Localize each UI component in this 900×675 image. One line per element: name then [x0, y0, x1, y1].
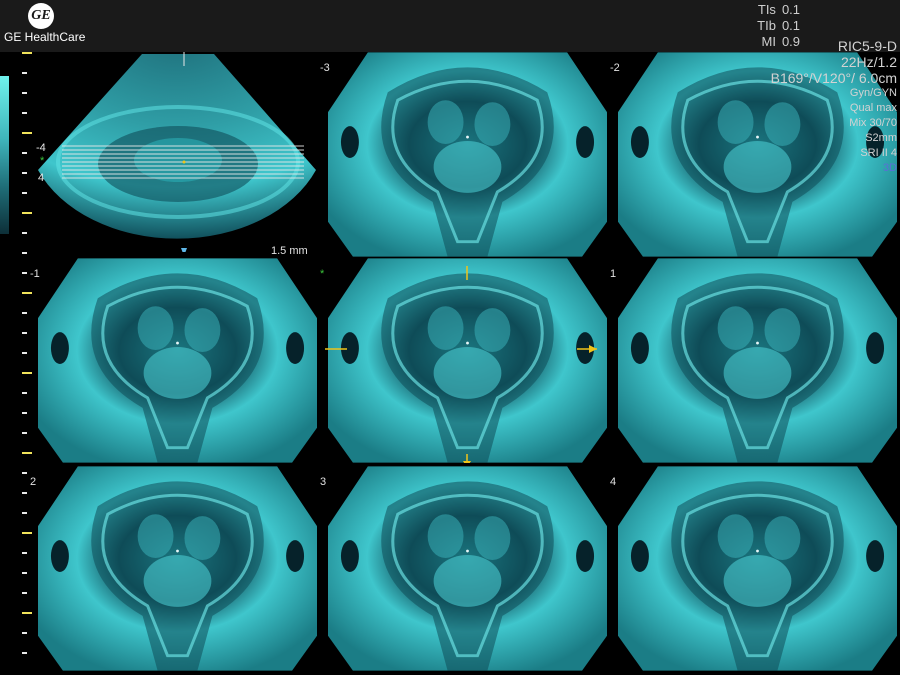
ref-center-asterisk-icon: * [40, 155, 45, 167]
ref-label-bottom: 4 [38, 172, 45, 184]
sri-level: SRI II 4 [860, 147, 897, 159]
slice-label: -2 [610, 62, 620, 74]
ruler-tick [22, 312, 27, 314]
frame-rate: 22Hz/1.2 [840, 54, 897, 70]
ruler-tick [22, 632, 27, 634]
ruler-tick [22, 412, 27, 414]
ruler-tick [22, 252, 27, 254]
top-bar: GE GE HealthCare TIs 0.1 TIb 0.1 MI 0.9 [0, 0, 900, 52]
ruler-tick [22, 352, 27, 354]
greyscale-bar [0, 76, 9, 234]
slice-label: 2 [30, 476, 37, 488]
ruler-tick [22, 152, 27, 154]
quality: Qual max [849, 102, 897, 114]
ruler-tick [22, 472, 27, 474]
acquisition-params: RIC5-9-D 22Hz/1.2 B169°/V120°/ 6.0cm Gyn… [771, 38, 897, 176]
ruler-tick [22, 392, 27, 394]
slice-label: 4 [610, 476, 617, 488]
tis-value: 0.1 [781, 2, 801, 17]
mix-ratio: Mix 30/70 [849, 117, 897, 129]
crosshair-arrow-marker-icon [325, 266, 597, 463]
ge-logo-icon: GE [28, 3, 54, 29]
center-slice-asterisk-icon: * [320, 268, 325, 280]
tis-label: TIs [757, 2, 776, 17]
ruler-tick [22, 132, 32, 134]
slice-image [38, 258, 317, 463]
slice-image [618, 258, 897, 463]
ruler-tick [22, 232, 27, 234]
sector-angles: B169°/V120°/ 6.0cm [770, 70, 897, 86]
ruler-tick [22, 432, 27, 434]
mode-3d: 3D [882, 162, 897, 174]
ruler-tick [22, 592, 27, 594]
slice-label: -3 [320, 62, 330, 74]
probe-name: RIC5-9-D [837, 38, 897, 54]
ruler-tick [22, 572, 27, 574]
ruler-tick [22, 552, 27, 554]
depth-ruler [22, 52, 34, 675]
reference-view[interactable] [38, 52, 318, 256]
slice-image [328, 466, 607, 671]
slice-view[interactable] [328, 52, 607, 257]
ruler-tick [22, 452, 32, 454]
ruler-tick [22, 272, 27, 274]
slice-spacing: 1.5 mm [271, 245, 308, 257]
slice-label: -1 [30, 268, 40, 280]
ruler-tick [22, 492, 27, 494]
tib-label: TIb [757, 18, 776, 33]
slice-image [618, 466, 897, 671]
ruler-tick [22, 172, 27, 174]
ref-label-top: -4 [36, 142, 46, 154]
slice-image [38, 466, 317, 671]
ruler-tick [22, 212, 32, 214]
slice-image [328, 52, 607, 257]
ruler-tick [22, 72, 27, 74]
reference-sector [38, 52, 316, 256]
ruler-tick [22, 512, 27, 514]
slice-label: 3 [320, 476, 327, 488]
slice-view[interactable] [328, 466, 607, 671]
tib-value: 0.1 [781, 18, 801, 33]
ruler-tick [22, 192, 27, 194]
slice-view[interactable] [618, 466, 897, 671]
ruler-tick [22, 532, 32, 534]
ruler-tick [22, 92, 27, 94]
slice-view[interactable] [38, 466, 317, 671]
brand-name: GE HealthCare [4, 30, 86, 44]
ruler-tick [22, 652, 27, 654]
slice-label: 1 [610, 268, 617, 280]
slice-thickness: S2mm [865, 132, 897, 144]
ruler-tick [22, 112, 27, 114]
slice-view[interactable] [618, 258, 897, 463]
preset: Gyn/GYN [849, 87, 897, 99]
ruler-tick [22, 372, 32, 374]
ruler-tick [22, 612, 32, 614]
slice-view[interactable] [38, 258, 317, 463]
ruler-tick [22, 292, 32, 294]
ruler-tick [22, 332, 27, 334]
ruler-tick [22, 52, 32, 54]
